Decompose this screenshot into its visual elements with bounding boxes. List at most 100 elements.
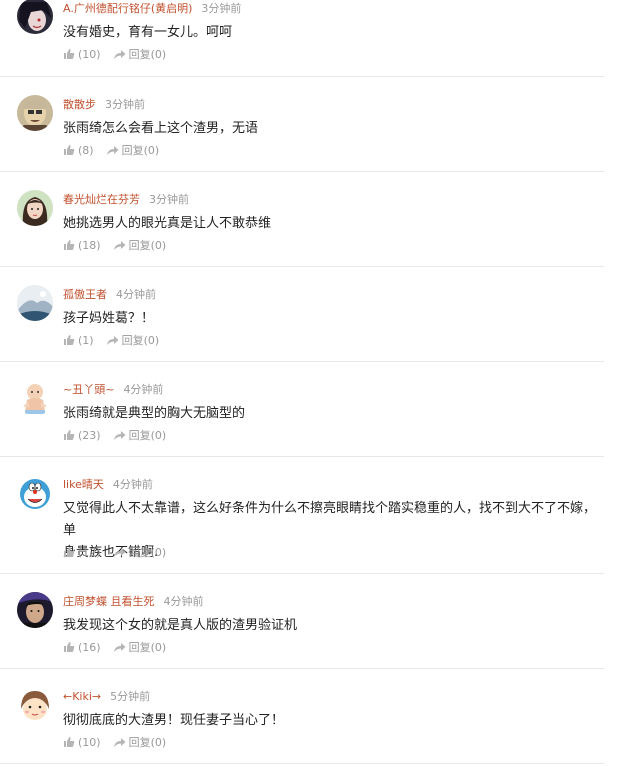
reply-arrow-icon xyxy=(106,145,119,156)
reply-button[interactable]: 回复(0) xyxy=(106,332,159,348)
avatar-cartoon-icon[interactable] xyxy=(17,687,53,723)
comment-item: like晴天 4分钟前 又觉得此人不太靠谱，这么好条件为什么不擦亮眼睛找个踏实稳重… xyxy=(0,457,604,574)
comment-text: 我发现这个女的就是真人版的渣男验证机 xyxy=(63,618,298,633)
comment-item: 庄周梦蝶 且看生死 4分钟前 我发现这个女的就是真人版的渣男验证机 (16) 回复… xyxy=(0,574,604,669)
thumbs-up-icon xyxy=(63,239,75,251)
username-link[interactable]: A.广州德配行铭仔(黄启明) xyxy=(63,2,192,15)
reply-button[interactable]: 回复(0) xyxy=(106,142,160,158)
thumbs-up-icon xyxy=(63,48,75,60)
comment-actions: (1) 回复(0) xyxy=(63,332,159,348)
thumbs-up-icon xyxy=(63,736,75,748)
comment-time: 4分钟前 xyxy=(123,383,164,396)
comment-time: 3分钟前 xyxy=(201,2,242,15)
like-button[interactable]: (1) xyxy=(63,334,94,347)
comment-text-line: 又觉得此人不太靠谱，这么好条件为什么不擦亮眼睛找个踏实稳重的人，找不到大不了不嫁… xyxy=(63,501,597,538)
comment-time: 3分钟前 xyxy=(149,193,189,206)
comment-item: ←Kiki→ 5分钟前 彻彻底底的大渣男！现任妻子当心了！ (10) 回复(0) xyxy=(0,669,604,764)
like-button[interactable]: (12) xyxy=(63,546,101,559)
reply-arrow-icon xyxy=(113,547,126,558)
like-count: (1) xyxy=(78,333,94,347)
like-count: (12) xyxy=(78,545,101,559)
reply-arrow-icon xyxy=(113,430,126,441)
comment-meta: 孤傲王者 4分钟前 xyxy=(63,286,156,302)
username-link[interactable]: 庄周梦蝶 且看生死 xyxy=(63,595,155,608)
like-count: (10) xyxy=(78,47,101,61)
like-button[interactable]: (18) xyxy=(63,239,101,252)
comment-item: 春光灿烂在芬芳 3分钟前 她挑选男人的眼光真是让人不敢恭维 (18) 回复(0) xyxy=(0,172,604,267)
reply-arrow-icon xyxy=(113,737,126,748)
comment-text: 孩子妈姓葛？！ xyxy=(63,311,155,326)
like-count: (18) xyxy=(78,238,101,252)
avatar-dark-hair-icon[interactable] xyxy=(17,0,53,34)
reply-button[interactable]: 回复(0) xyxy=(113,734,167,750)
username-link[interactable]: like晴天 xyxy=(63,478,104,491)
comment-item: 孤傲王者 4分钟前 孩子妈姓葛？！ (1) 回复(0) xyxy=(0,267,604,362)
reply-label: 回复(0) xyxy=(128,736,167,749)
comment-time: 4分钟前 xyxy=(112,478,153,491)
reply-arrow-icon xyxy=(113,49,126,60)
like-count: (8) xyxy=(78,143,94,157)
avatar-doraemon-icon[interactable] xyxy=(17,475,53,511)
avatar-dark-portrait-icon[interactable] xyxy=(17,592,53,628)
comment-meta: A.广州德配行铭仔(黄启明) 3分钟前 xyxy=(63,0,241,16)
comment-item: ~丑丫頭~ 4分钟前 张雨绮就是典型的胸大无脑型的 (23) 回复(0) xyxy=(0,362,604,457)
avatar-landscape-icon[interactable] xyxy=(17,285,53,321)
comment-text: 她挑选男人的眼光真是让人不敢恭维 xyxy=(63,216,272,231)
comment-text: 张雨绮就是典型的胸大无脑型的 xyxy=(63,406,246,421)
comment-text: 张雨绮怎么会看上这个渣男，无语 xyxy=(63,121,259,136)
comment-actions: (16) 回复(0) xyxy=(63,639,166,655)
reply-label: 回复(0) xyxy=(128,546,167,559)
comment-text: 没有婚史，育有一女儿。呵呵 xyxy=(63,25,233,40)
comment-meta: ~丑丫頭~ 4分钟前 xyxy=(63,381,163,397)
comment-text: 彻彻底底的大渣男！现任妻子当心了！ xyxy=(63,713,285,728)
thumbs-up-icon xyxy=(63,546,75,558)
reply-button[interactable]: 回复(0) xyxy=(113,46,167,62)
comment-item: 散散步 3分钟前 张雨绮怎么会看上这个渣男，无语 (8) 回复(0) xyxy=(0,77,604,172)
like-button[interactable]: (10) xyxy=(63,48,101,61)
like-button[interactable]: (8) xyxy=(63,144,94,157)
comment-meta: 散散步 3分钟前 xyxy=(63,96,145,112)
avatar-bald-man-icon[interactable] xyxy=(17,95,53,131)
avatar-woman-icon[interactable] xyxy=(17,190,53,226)
comment-meta: 春光灿烂在芬芳 3分钟前 xyxy=(63,191,189,207)
username-link[interactable]: ←Kiki→ xyxy=(63,690,101,703)
like-count: (10) xyxy=(78,735,101,749)
like-count: (16) xyxy=(78,640,101,654)
reply-button[interactable]: 回复(0) xyxy=(113,427,167,443)
username-link[interactable]: 散散步 xyxy=(63,98,96,111)
reply-arrow-icon xyxy=(113,642,126,653)
comment-time: 4分钟前 xyxy=(163,595,204,608)
username-link[interactable]: ~丑丫頭~ xyxy=(63,383,114,396)
like-button[interactable]: (23) xyxy=(63,429,101,442)
like-count: (23) xyxy=(78,428,101,442)
comment-actions: (10) 回复(0) xyxy=(63,46,166,62)
reply-arrow-icon xyxy=(113,240,126,251)
comment-actions: (10) 回复(0) xyxy=(63,734,166,750)
comment-actions: (18) 回复(0) xyxy=(63,237,166,253)
comment-meta: 庄周梦蝶 且看生死 4分钟前 xyxy=(63,593,204,609)
comment-meta: ←Kiki→ 5分钟前 xyxy=(63,688,150,704)
reply-label: 回复(0) xyxy=(128,641,167,654)
reply-label: 回复(0) xyxy=(121,144,160,157)
reply-button[interactable]: 回复(0) xyxy=(113,237,167,253)
comment-list: A.广州德配行铭仔(黄启明) 3分钟前 没有婚史，育有一女儿。呵呵 (10) 回复… xyxy=(0,0,640,764)
avatar-baby-icon[interactable] xyxy=(17,380,53,416)
comment-actions: (8) 回复(0) xyxy=(63,142,159,158)
thumbs-up-icon xyxy=(63,429,75,441)
comment-time: 5分钟前 xyxy=(110,690,151,703)
reply-arrow-icon xyxy=(106,335,119,346)
like-button[interactable]: (16) xyxy=(63,641,101,654)
username-link[interactable]: 春光灿烂在芬芳 xyxy=(63,193,140,206)
username-link[interactable]: 孤傲王者 xyxy=(63,288,107,301)
comment-meta: like晴天 4分钟前 xyxy=(63,476,153,492)
reply-label: 回复(0) xyxy=(128,429,167,442)
reply-button[interactable]: 回复(0) xyxy=(113,639,167,655)
reply-label: 回复(0) xyxy=(128,48,167,61)
reply-label: 回复(0) xyxy=(128,239,167,252)
reply-button[interactable]: 回复(0) xyxy=(113,544,167,560)
thumbs-up-icon xyxy=(63,144,75,156)
comment-time: 3分钟前 xyxy=(105,98,145,111)
like-button[interactable]: (10) xyxy=(63,736,101,749)
thumbs-up-icon xyxy=(63,334,75,346)
comment-time: 4分钟前 xyxy=(116,288,156,301)
